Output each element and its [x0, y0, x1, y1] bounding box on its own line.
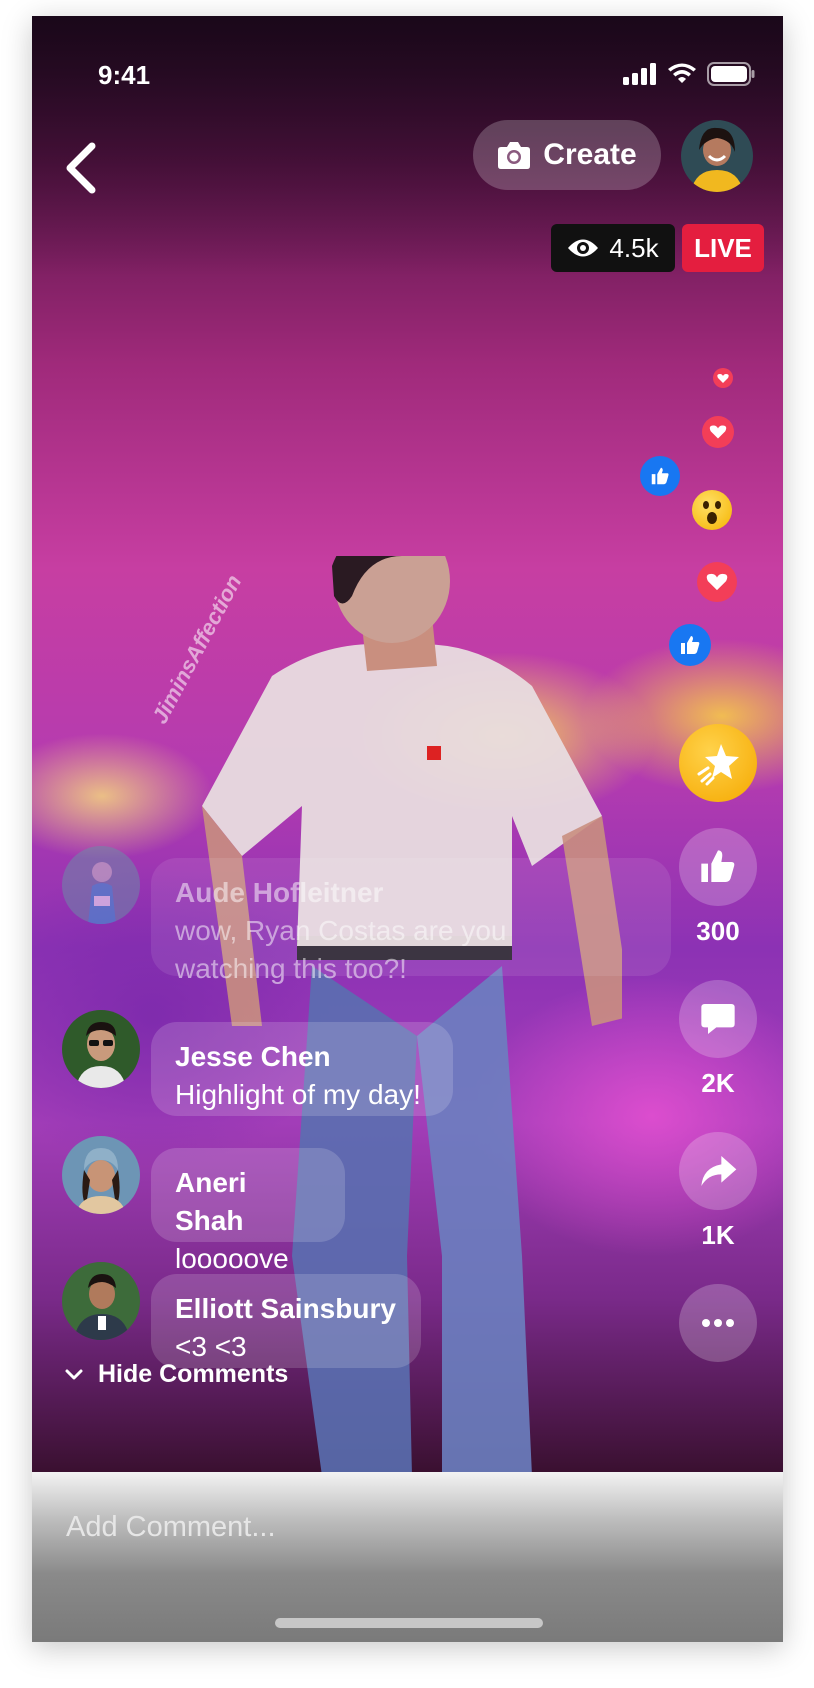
status-icons [623, 62, 755, 86]
like-button[interactable] [679, 828, 757, 906]
comment-author: Aneri Shah [175, 1167, 247, 1236]
battery-icon [707, 62, 755, 86]
stars-button[interactable] [679, 724, 757, 802]
avatar-image [62, 846, 140, 924]
thumbs-up-icon [701, 850, 735, 882]
love-reaction-icon [697, 562, 737, 602]
comment-bubble: Aneri Shah looooove [151, 1148, 345, 1274]
like-reaction-icon [669, 624, 711, 666]
comment-bubble: Aude Hofleitner wow, Ryan Costas are you… [151, 858, 671, 984]
more-icon [702, 1319, 734, 1327]
love-reaction-icon [702, 416, 734, 448]
like-reaction-icon [640, 456, 680, 496]
comment-text: looooove [175, 1243, 289, 1274]
comment-count: 2K [701, 1068, 735, 1098]
avatar-image [62, 1136, 140, 1214]
star-icon [697, 744, 739, 786]
chevron-down-icon [65, 1369, 83, 1379]
live-badge: LIVE [682, 224, 764, 272]
wow-reaction-icon [692, 490, 732, 530]
comment-text: wow, Ryan Costas are you [175, 915, 507, 946]
camera-icon [498, 142, 531, 169]
comment-icon [701, 1004, 735, 1034]
avatar-image [62, 1010, 140, 1088]
create-label: Create [543, 138, 637, 171]
phone-screen: JiminsAffection 9:41 Create 4.5k LIVE 30… [32, 16, 783, 1642]
share-icon [701, 1156, 737, 1186]
comment-avatar[interactable] [62, 1136, 140, 1214]
like-count: 300 [696, 916, 740, 946]
like-action: 300 [679, 828, 757, 947]
love-reaction-icon [713, 368, 733, 388]
hide-comments-button[interactable]: Hide Comments [64, 1360, 288, 1389]
comment-author: Elliott Sainsbury [175, 1293, 396, 1324]
create-button[interactable]: Create [473, 120, 661, 190]
back-button[interactable] [58, 140, 106, 196]
comment-text: Highlight of my day! [175, 1079, 421, 1110]
comment-action: 2K [679, 980, 757, 1099]
comment-bubble: Elliott Sainsbury <3 <3 [151, 1274, 421, 1368]
more-button[interactable] [679, 1284, 757, 1362]
add-comment-input[interactable] [64, 1510, 668, 1545]
share-count: 1K [701, 1220, 735, 1250]
comment-avatar[interactable] [62, 1262, 140, 1340]
wifi-icon [668, 63, 696, 83]
avatar-image [681, 120, 753, 192]
comment-avatar[interactable] [62, 1010, 140, 1088]
comment-input-bar [32, 1472, 783, 1642]
comment-author: Aude Hofleitner [175, 877, 384, 908]
chevron-left-icon [66, 142, 96, 194]
comment-avatar[interactable] [62, 846, 140, 924]
share-action: 1K [679, 1132, 757, 1251]
status-time: 9:41 [98, 60, 151, 90]
more-action [679, 1284, 757, 1362]
comment-button[interactable] [679, 980, 757, 1058]
home-indicator[interactable] [275, 1618, 543, 1628]
hide-comments-label: Hide Comments [98, 1360, 289, 1388]
share-button[interactable] [679, 1132, 757, 1210]
signal-icon [623, 63, 656, 85]
comment-bubble: Jesse Chen Highlight of my day! [151, 1022, 453, 1116]
comment-author: Jesse Chen [175, 1041, 331, 1072]
viewer-count: 4.5k [551, 224, 675, 272]
eye-icon [568, 239, 599, 257]
avatar-image [62, 1262, 140, 1340]
comment-text: watching this too?! [175, 953, 407, 984]
broadcaster-avatar[interactable] [681, 120, 753, 192]
viewer-count-text: 4.5k [609, 232, 659, 263]
